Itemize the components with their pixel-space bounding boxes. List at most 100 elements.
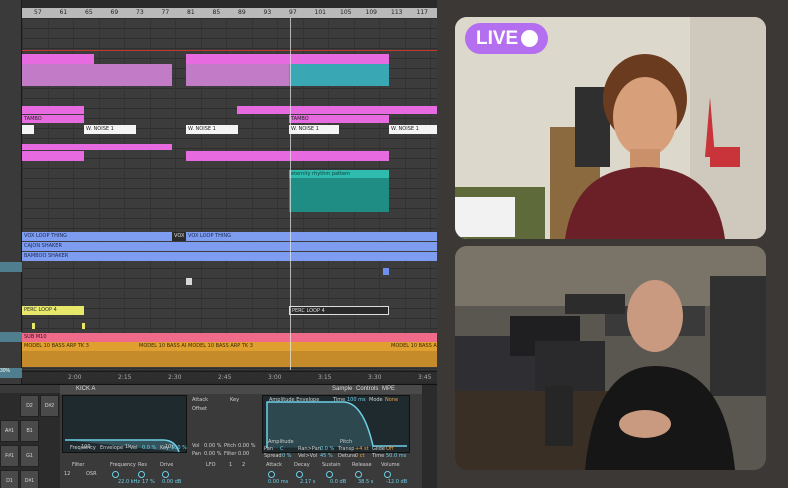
arrangement-view[interactable]: TAMBO TAMBO W. NOISE 1 W. NOISE 1 W. NOI…: [22, 18, 437, 370]
lfo-1-button[interactable]: 1: [229, 462, 232, 468]
clip[interactable]: [82, 323, 85, 329]
clip-vox[interactable]: VOX: [172, 232, 186, 241]
loop-bar[interactable]: [22, 0, 437, 8]
clip-model[interactable]: MODEL 10 BASS ARP TK 3: [186, 342, 389, 351]
drum-pad[interactable]: B1: [20, 420, 39, 442]
res-knob[interactable]: [138, 471, 145, 478]
frequency-knob[interactable]: [112, 471, 119, 478]
release-value[interactable]: 38.5 s: [358, 479, 373, 485]
device-name[interactable]: KICK A: [76, 385, 95, 394]
clip[interactable]: [237, 106, 437, 114]
clip-tambo[interactable]: TAMBO: [22, 115, 84, 123]
clip[interactable]: [22, 106, 84, 114]
ruler-tick: 109: [365, 9, 377, 16]
clip[interactable]: [22, 64, 172, 86]
velvol-value[interactable]: 45 %: [320, 453, 333, 459]
res-value[interactable]: 17 %: [142, 479, 155, 485]
clip-wnoise[interactable]: W. NOISE 1: [84, 125, 136, 134]
filter-section-label[interactable]: Filter: [72, 462, 84, 468]
clip[interactable]: [186, 64, 289, 86]
drive-knob[interactable]: [162, 471, 169, 478]
clip[interactable]: [22, 54, 94, 64]
drum-pad[interactable]: D#1: [20, 470, 39, 488]
live-dot-icon: [521, 30, 538, 47]
drive-value[interactable]: 0.00 dB: [162, 479, 181, 485]
clip-vox[interactable]: VOX LOOP THING: [186, 232, 437, 241]
clip-vox[interactable]: VOX LOOP THING: [22, 232, 172, 241]
filter-value[interactable]: 0.00: [238, 451, 249, 457]
volume-knob[interactable]: [384, 471, 391, 478]
drum-pad[interactable]: F#1: [0, 445, 19, 467]
clip-model[interactable]: MODEL 10 BASS ARP TK 3: [22, 342, 137, 351]
drum-pad[interactable]: D2: [20, 395, 39, 417]
vol-value[interactable]: 0.00 %: [204, 443, 221, 449]
clip-tambo[interactable]: TAMBO: [289, 115, 389, 123]
drum-pad[interactable]: G1: [20, 445, 39, 467]
clip-wnoise[interactable]: W. NOISE 1: [186, 125, 238, 134]
clip[interactable]: [22, 351, 437, 367]
clip-model[interactable]: MODEL 10 BASS ARP TK 3: [137, 342, 187, 351]
volume-value[interactable]: -12.0 dB: [386, 479, 407, 485]
tab-controls[interactable]: Controls: [356, 385, 378, 394]
decay-value[interactable]: 2.17 s: [300, 479, 315, 485]
clip[interactable]: [22, 125, 34, 134]
sustain-knob[interactable]: [326, 471, 333, 478]
drum-pad[interactable]: A#1: [0, 420, 19, 442]
time-value[interactable]: 100 ms: [347, 397, 366, 403]
lfo-2-button[interactable]: 2: [242, 462, 245, 468]
attack-knob[interactable]: [268, 471, 275, 478]
clip-sub[interactable]: SUB M10: [22, 333, 437, 342]
tab-sample[interactable]: Sample: [332, 385, 352, 394]
clip-perc[interactable]: PERC LOOP 4: [22, 306, 84, 315]
pitch-value[interactable]: 0.00 %: [238, 443, 255, 449]
drum-pad[interactable]: D#2: [40, 395, 59, 417]
clip[interactable]: [289, 64, 389, 86]
glide-value[interactable]: Off: [386, 446, 393, 452]
transp-value[interactable]: +4 st: [355, 446, 369, 452]
clip-bamboo[interactable]: BAMBOO SHAKER: [22, 252, 437, 261]
attack2-value[interactable]: 0.00 ms: [268, 479, 288, 485]
release-knob[interactable]: [355, 471, 362, 478]
time-ruler[interactable]: 2:00 2:15 2:30 2:45 3:00 3:15 3:30 3:45: [22, 371, 437, 382]
lane-line: [22, 368, 437, 369]
time2-value[interactable]: 50.0 ms: [386, 453, 406, 459]
spread-value[interactable]: 0 %: [282, 453, 292, 459]
clip[interactable]: [186, 151, 389, 161]
ranpan-value[interactable]: 0.0 %: [320, 446, 334, 452]
sustain-value[interactable]: 0.0 dB: [330, 479, 346, 485]
detune-value[interactable]: 0 ct: [355, 453, 364, 459]
clip-cajon[interactable]: CAJON SHAKER: [22, 242, 437, 251]
clip[interactable]: [383, 268, 389, 275]
clip[interactable]: [22, 151, 84, 161]
lane-line: [22, 288, 437, 289]
vel-value[interactable]: 0.0 %: [142, 445, 156, 451]
mode-value[interactable]: None: [385, 397, 398, 403]
pan-value[interactable]: 0.00 %: [204, 451, 221, 457]
pan-value[interactable]: C: [280, 446, 284, 452]
filter-db[interactable]: 12: [64, 471, 70, 477]
lane-line: [22, 228, 437, 229]
clip-wnoise[interactable]: W. NOISE 1: [289, 125, 339, 134]
clip-model[interactable]: MODEL 10 BASS ARP TK 3: [389, 342, 437, 351]
pitch-tab[interactable]: Pitch: [340, 439, 352, 445]
key2-label: Key: [160, 445, 170, 451]
filter-type[interactable]: OSR: [86, 471, 97, 477]
playhead[interactable]: [290, 18, 291, 370]
clip[interactable]: [186, 278, 192, 285]
clip[interactable]: [289, 178, 389, 212]
lfo-label[interactable]: LFO: [206, 462, 216, 468]
decay-knob[interactable]: [296, 471, 303, 478]
clip-wnoise[interactable]: W. NOISE 1: [389, 125, 437, 134]
clip[interactable]: [22, 144, 172, 150]
frequency-value[interactable]: 22.0 kHz: [118, 479, 140, 485]
clip-perc[interactable]: PERC LOOP 4: [289, 306, 389, 315]
clip-eternity[interactable]: eternity rhythm pattern: [289, 170, 389, 178]
time-tick: 2:30: [168, 374, 182, 381]
drum-pad[interactable]: D1: [0, 470, 19, 488]
ruler-tick: 117: [416, 9, 428, 16]
key2-value[interactable]: 100 %: [171, 445, 187, 451]
arrangement-ruler[interactable]: 57 61 65 69 73 77 81 85 89 93 97 101 105 109 113 117: [22, 8, 437, 18]
tab-mpe[interactable]: MPE: [382, 385, 395, 394]
clip[interactable]: [186, 54, 389, 64]
clip[interactable]: [32, 323, 35, 329]
